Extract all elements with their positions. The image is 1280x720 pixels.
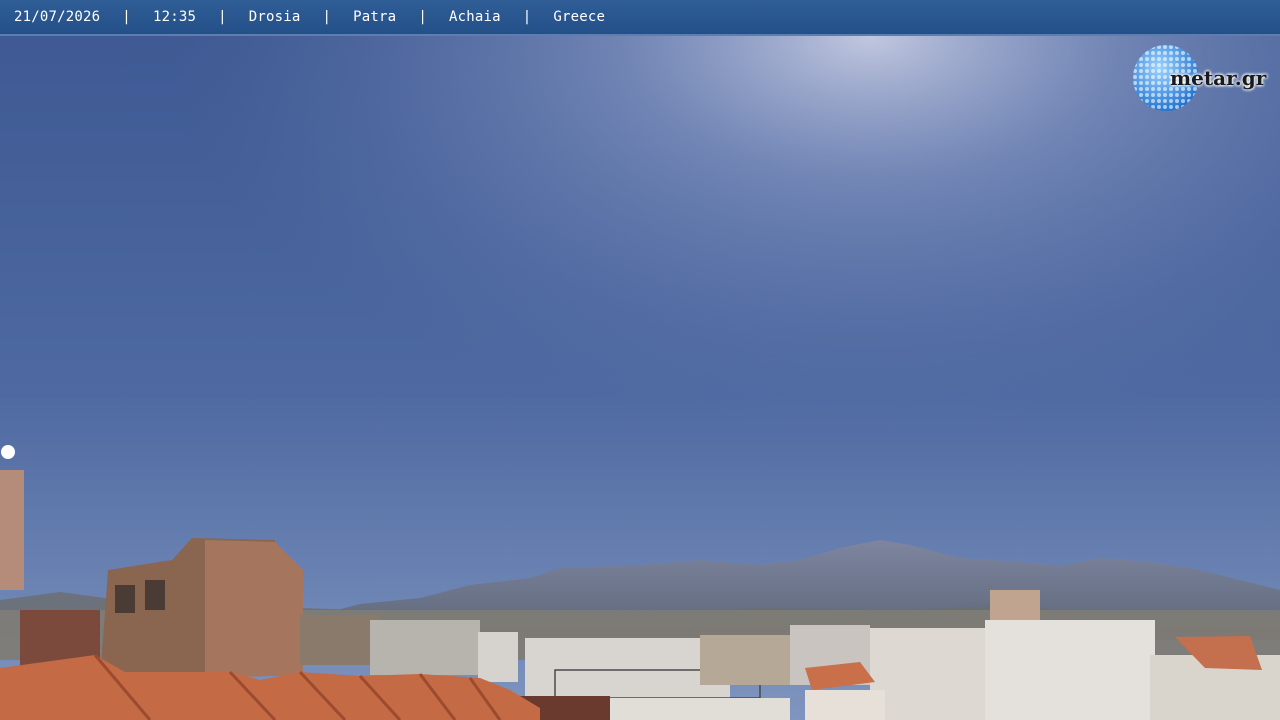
left-building-edge: [0, 470, 24, 590]
country-text: Greece: [553, 9, 606, 25]
separator: |: [418, 9, 427, 25]
region-text: Achaia: [448, 9, 501, 25]
building: [300, 615, 380, 665]
building: [700, 635, 800, 685]
street-lamp: [1, 445, 15, 459]
building: [870, 628, 990, 720]
building: [370, 620, 480, 675]
separator: |: [522, 9, 532, 25]
logo-text: metar.gr: [1170, 66, 1267, 90]
area-text: Drosia: [248, 9, 301, 25]
building: [478, 632, 518, 682]
building: [990, 590, 1040, 620]
separator: |: [322, 9, 332, 25]
window: [115, 585, 135, 613]
building: [610, 698, 790, 720]
brick-building-shade: [205, 540, 303, 678]
date-text: 21/07/2026: [14, 9, 101, 25]
building: [805, 690, 885, 720]
separator: |: [122, 9, 131, 25]
window: [145, 580, 165, 610]
building: [985, 620, 1155, 720]
separator: |: [218, 9, 227, 25]
time-text: 12:35: [152, 9, 197, 25]
metar-logo: metar.gr: [1132, 44, 1274, 114]
city-text: Patra: [353, 9, 397, 25]
webcam-scene: [0, 0, 1280, 720]
info-bar: 21/07/2026 | 12:35 | Drosia | Patra | Ac…: [0, 0, 1280, 36]
